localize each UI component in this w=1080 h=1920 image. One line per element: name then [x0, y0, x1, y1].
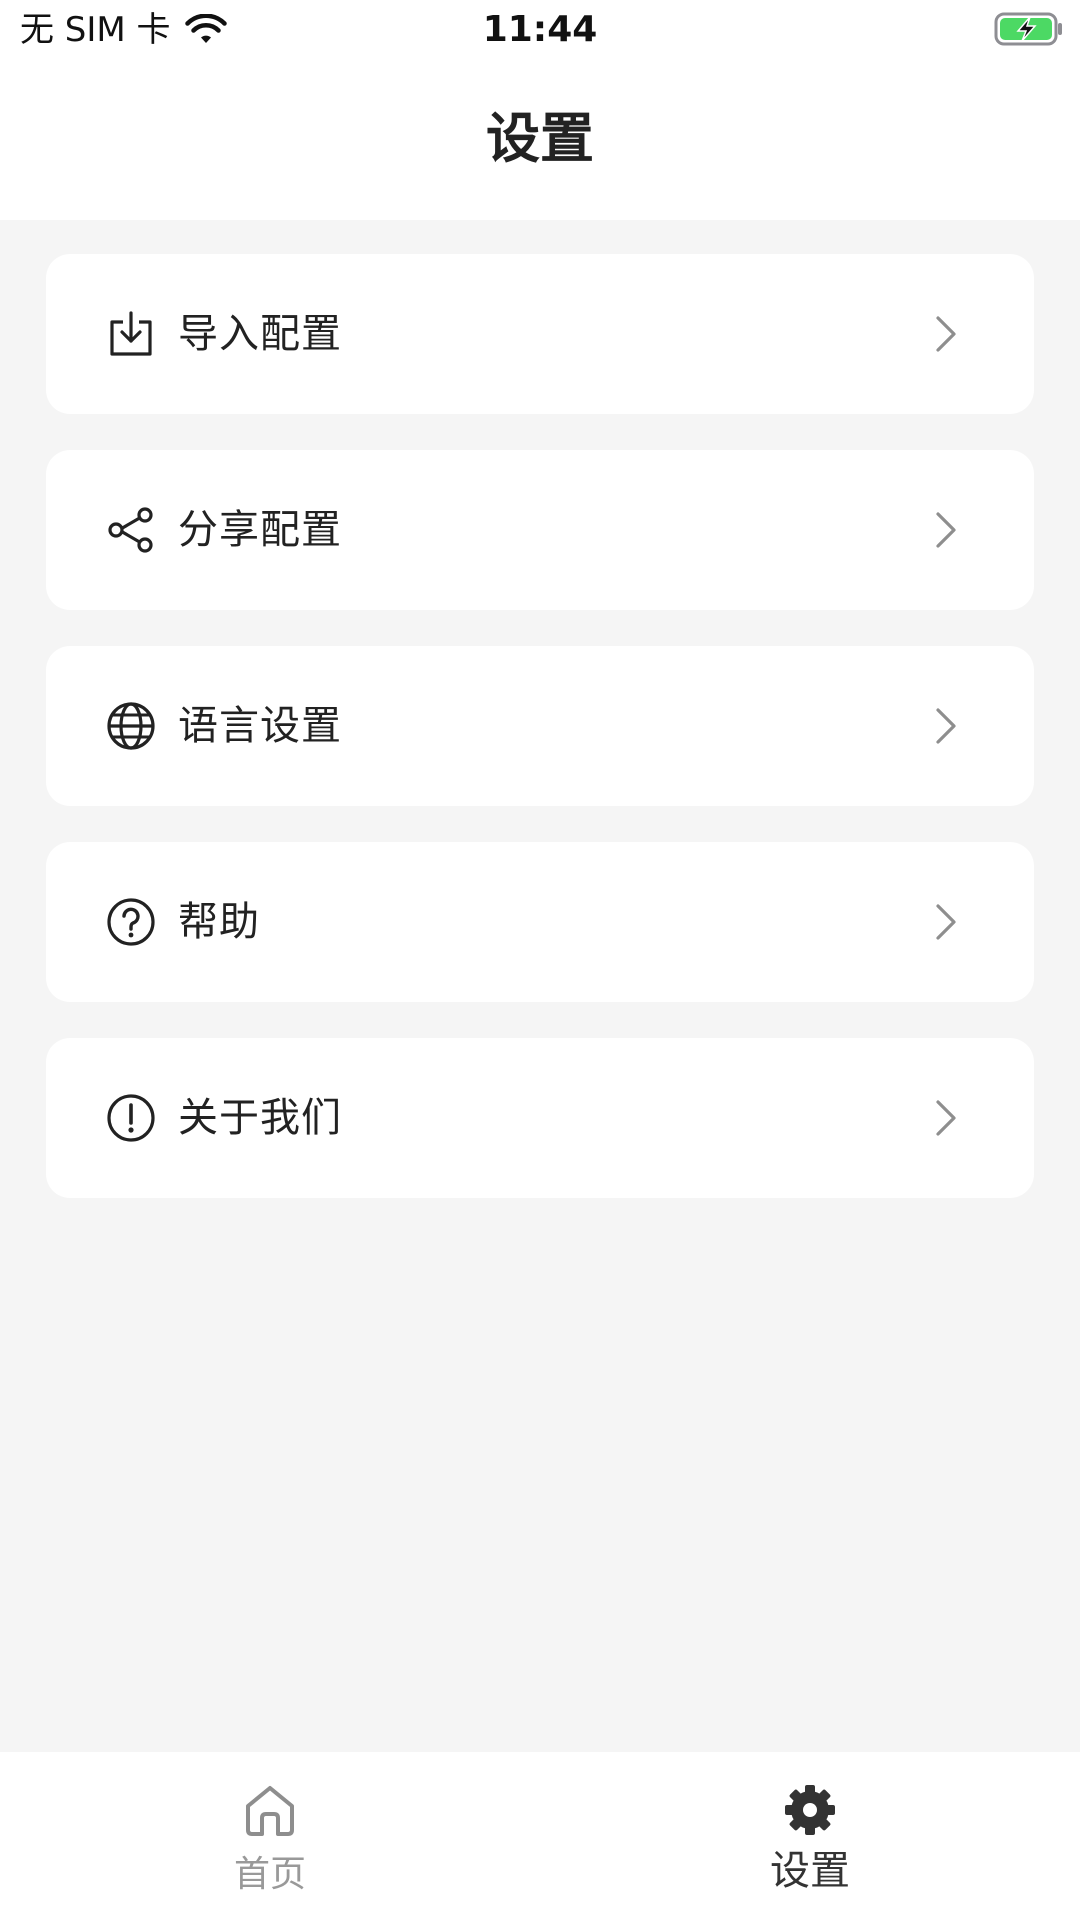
status-time: 11:44 [482, 9, 598, 50]
menu-item-import-config[interactable]: 导入配置 [46, 254, 1034, 414]
import-icon [106, 309, 156, 359]
menu-item-label: 语言设置 [178, 703, 342, 749]
home-icon [240, 1780, 300, 1840]
chevron-right-icon [934, 706, 960, 746]
menu-item-about-us[interactable]: 关于我们 [46, 1038, 1034, 1198]
globe-icon [106, 701, 156, 751]
chevron-right-icon [934, 314, 960, 354]
menu-item-label: 帮助 [178, 899, 260, 945]
page-title: 设置 [486, 107, 594, 170]
tab-home[interactable]: 首页 [0, 1752, 540, 1920]
menu-item-share-config[interactable]: 分享配置 [46, 450, 1034, 610]
tab-label: 设置 [770, 1848, 850, 1894]
settings-screen: 无 SIM 卡 11:44 设置 导入配置 分享配置 语言设置 帮助 关于我们 … [0, 0, 1080, 1920]
tab-settings[interactable]: 设置 [540, 1752, 1080, 1920]
help-circle-icon [106, 897, 156, 947]
tab-bar: 首页 设置 [0, 1752, 1080, 1920]
menu-item-label: 分享配置 [178, 507, 342, 553]
chevron-right-icon [934, 1098, 960, 1138]
menu-item-language-settings[interactable]: 语言设置 [46, 646, 1034, 806]
menu-item-help[interactable]: 帮助 [46, 842, 1034, 1002]
battery-charging-icon [994, 12, 1062, 46]
chevron-right-icon [934, 510, 960, 550]
status-bar: 无 SIM 卡 11:44 [0, 0, 1080, 70]
share-icon [106, 505, 156, 555]
chevron-right-icon [934, 902, 960, 942]
info-circle-icon [106, 1093, 156, 1143]
gear-icon [780, 1780, 840, 1840]
tab-label: 首页 [233, 1854, 306, 1895]
menu-item-label: 导入配置 [178, 311, 342, 357]
nav-bar: 设置 [0, 70, 1080, 220]
settings-menu: 导入配置 分享配置 语言设置 帮助 关于我们 [46, 254, 1034, 1234]
menu-item-label: 关于我们 [178, 1095, 342, 1141]
